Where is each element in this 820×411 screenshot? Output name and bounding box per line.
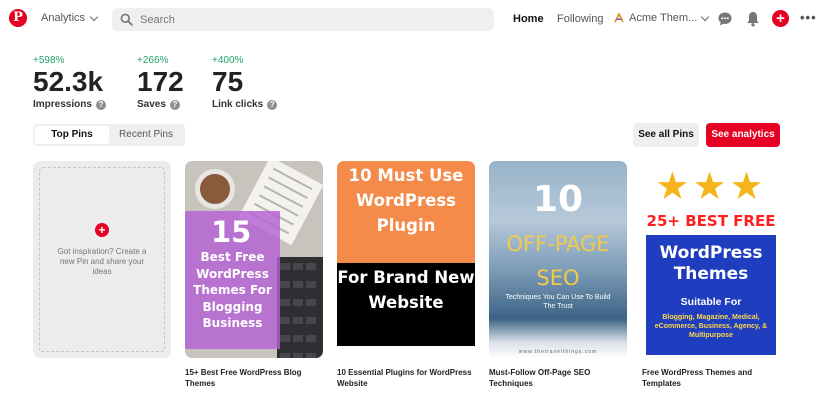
pin-image-tags: Blogging, Magazine, Medical, eCommerce, …: [654, 314, 768, 339]
stat-delta: +266%: [137, 55, 169, 66]
pin-image[interactable]: 15 Best Free WordPress Themes For Bloggi…: [185, 161, 323, 358]
pin-image-top-text: 10 Must Use WordPress Plugin: [348, 166, 464, 235]
pin-image-number: 15: [211, 215, 252, 249]
stat-delta: +400%: [212, 55, 244, 66]
image-blue-panel: WordPress Themes Suitable For Blogging, …: [646, 235, 776, 355]
pin-image-url: www.thetravelthings.com: [518, 349, 598, 355]
stat-label-text: Impressions: [33, 99, 92, 110]
help-icon[interactable]: ?: [95, 99, 106, 110]
chevron-down-icon: [89, 12, 99, 21]
analytics-menu-label: Analytics: [41, 12, 86, 24]
stat-label: Saves ?: [137, 99, 184, 110]
top-navigation-bar: P Analytics Home Following Acme Them... …: [0, 0, 820, 38]
chevron-down-icon: [701, 12, 710, 21]
keyboard-graphic: [277, 257, 323, 358]
create-pin-icon[interactable]: +: [772, 10, 789, 27]
account-switcher[interactable]: Acme Them...: [614, 12, 710, 24]
stat-value: 75: [212, 66, 244, 97]
create-pin-text: Got inspiration? Create a new Pin and sh…: [57, 247, 147, 276]
see-all-pins-button[interactable]: See all Pins: [633, 123, 699, 147]
search-input[interactable]: [140, 13, 470, 26]
stat-link-clicks: +400% 75 Link clicks ?: [212, 55, 278, 110]
help-icon[interactable]: ?: [169, 99, 180, 110]
pin-card[interactable]: ★★★ 25+ BEST FREE WordPress Themes Suita…: [642, 161, 780, 389]
help-icon[interactable]: ?: [267, 99, 278, 110]
pin-image-subtitle: Suitable For: [680, 296, 742, 308]
pin-image-number: 10: [532, 179, 584, 220]
nav-following-link[interactable]: Following: [557, 13, 603, 25]
pin-image-subtitle: Techniques You Can Use To Build The Trus…: [505, 294, 611, 310]
pin-image-title: WordPress Themes: [659, 243, 763, 284]
search-icon: [120, 13, 133, 26]
pin-caption[interactable]: Free WordPress Themes and Templates: [642, 367, 780, 389]
pin-caption[interactable]: 15+ Best Free WordPress Blog Themes: [185, 367, 323, 389]
pin-image-heading: 25+ BEST FREE: [646, 212, 776, 230]
stat-label-text: Saves: [137, 99, 166, 110]
pin-image[interactable]: 10 Must Use WordPress Plugin For Brand N…: [337, 161, 475, 358]
stat-impressions: +598% 52.3k Impressions ?: [33, 55, 106, 110]
stat-label: Link clicks ?: [212, 99, 278, 110]
pin-image-title: OFF-PAGE SEO: [506, 232, 610, 290]
image-bottom-band: For Brand New Website: [337, 263, 475, 346]
tab-recent-pins[interactable]: Recent Pins: [109, 126, 183, 144]
stat-saves: +266% 172 Saves ?: [137, 55, 184, 110]
stat-value: 52.3k: [33, 66, 104, 97]
stat-delta: +598%: [33, 55, 65, 66]
image-top-band: 10 Must Use WordPress Plugin: [337, 161, 475, 263]
chat-icon[interactable]: [717, 11, 733, 27]
stat-label-text: Link clicks: [212, 99, 264, 110]
account-name: Acme Them...: [629, 12, 698, 24]
pin-card[interactable]: 10 OFF-PAGE SEO Techniques You Can Use T…: [489, 161, 627, 389]
pin-caption[interactable]: 10 Essential Plugins for WordPress Websi…: [337, 367, 475, 389]
account-avatar-icon: [614, 13, 624, 23]
more-options-icon[interactable]: •••: [800, 11, 816, 27]
pin-image[interactable]: 10 OFF-PAGE SEO Techniques You Can Use T…: [489, 161, 627, 358]
analytics-menu[interactable]: Analytics: [41, 12, 99, 24]
pin-image-bottom-text: For Brand New Website: [337, 268, 475, 312]
add-pin-icon[interactable]: +: [95, 223, 109, 237]
nav-home-link[interactable]: Home: [513, 13, 544, 25]
search-bar[interactable]: [112, 8, 494, 31]
coffee-cup-graphic: [195, 169, 235, 209]
pin-image[interactable]: ★★★ 25+ BEST FREE WordPress Themes Suita…: [642, 161, 780, 358]
tab-top-pins[interactable]: Top Pins: [35, 126, 109, 144]
bell-icon[interactable]: [745, 11, 761, 27]
pins-tab-group: Top Pins Recent Pins: [33, 124, 185, 146]
stat-label: Impressions ?: [33, 99, 106, 110]
see-analytics-button[interactable]: See analytics: [706, 123, 780, 147]
pinterest-logo[interactable]: P: [9, 9, 27, 27]
stat-value: 172: [137, 66, 184, 97]
pin-image-text: Best Free WordPress Themes For Blogging …: [193, 250, 272, 330]
star-icons: ★★★: [655, 166, 767, 208]
pin-card[interactable]: 15 Best Free WordPress Themes For Bloggi…: [185, 161, 323, 389]
pin-caption[interactable]: Must-Follow Off-Page SEO Techniques: [489, 367, 627, 389]
pin-card[interactable]: 10 Must Use WordPress Plugin For Brand N…: [337, 161, 475, 389]
create-pin-card[interactable]: + Got inspiration? Create a new Pin and …: [33, 161, 171, 358]
